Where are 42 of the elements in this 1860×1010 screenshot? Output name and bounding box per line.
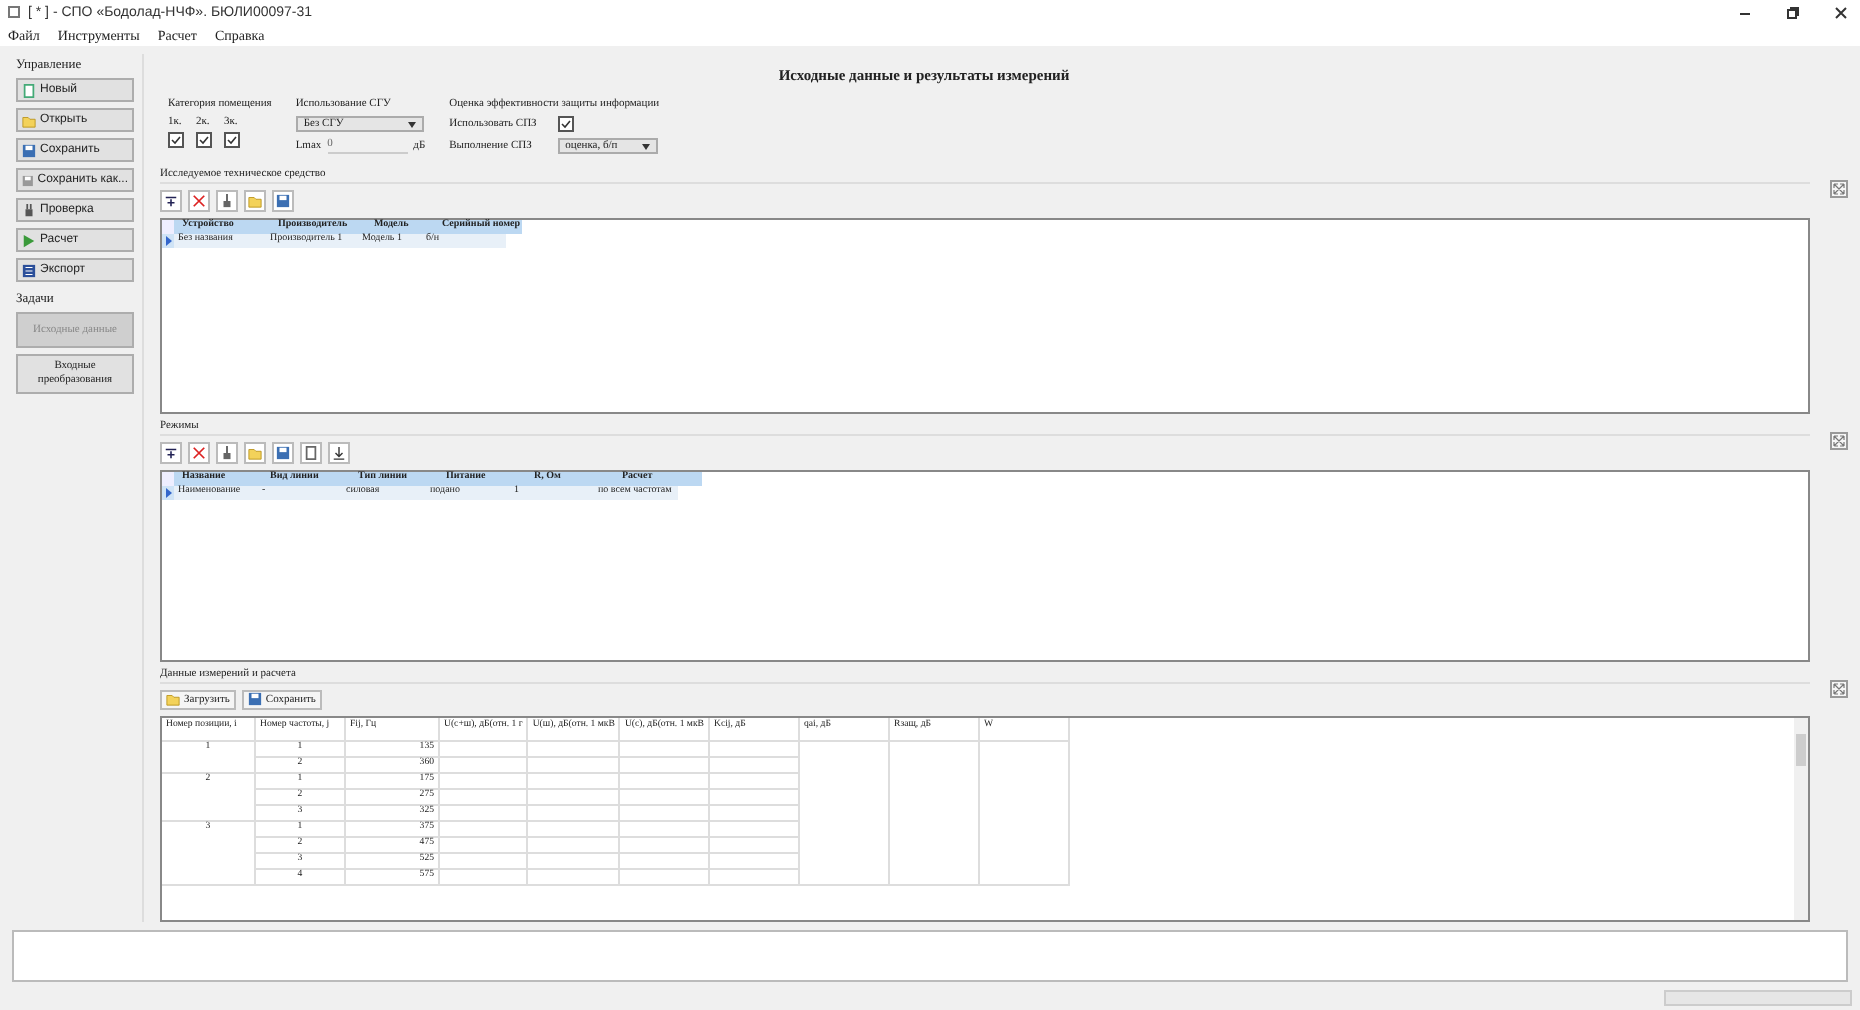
- checkbox[interactable]: [224, 132, 240, 148]
- page-icon: [304, 445, 318, 460]
- add-row-icon: [164, 445, 178, 460]
- row-indicator[interactable]: [162, 234, 174, 248]
- broom-button[interactable]: [216, 190, 238, 212]
- folder-icon: [22, 113, 36, 127]
- folder-icon: [166, 692, 180, 707]
- checkbox[interactable]: [557, 116, 574, 132]
- delete-button[interactable]: [188, 190, 210, 212]
- checkbox[interactable]: [168, 132, 184, 148]
- app-icon: [8, 6, 20, 18]
- broom-icon: [220, 445, 234, 460]
- caret-icon: [641, 143, 650, 149]
- close-icon: [192, 194, 206, 208]
- page-button[interactable]: [300, 441, 322, 464]
- play-icon: [22, 233, 36, 247]
- save-button[interactable]: [272, 190, 294, 212]
- checkbox[interactable]: [196, 132, 212, 148]
- add-row-icon: [164, 194, 178, 208]
- document-icon: [22, 83, 36, 97]
- add-row-button[interactable]: [160, 441, 182, 464]
- close-icon[interactable]: [1833, 5, 1847, 19]
- add-row-button[interactable]: [160, 190, 182, 212]
- folder-icon: [248, 445, 262, 460]
- caret-icon: [407, 121, 416, 127]
- plug-icon: [22, 203, 36, 217]
- import-button[interactable]: [328, 441, 350, 464]
- broom-button[interactable]: [216, 441, 238, 464]
- spreadsheet-icon: [22, 263, 36, 277]
- expand-icon[interactable]: [1830, 679, 1848, 698]
- delete-button[interactable]: [188, 441, 210, 464]
- scrollbar[interactable]: [1794, 717, 1808, 920]
- broom-icon: [220, 194, 234, 208]
- grid-corner: [162, 220, 174, 234]
- expand-icon[interactable]: [1830, 180, 1848, 198]
- download-icon: [332, 445, 346, 460]
- folder-icon: [248, 194, 262, 208]
- close-icon: [192, 445, 206, 460]
- grid-corner: [162, 471, 174, 486]
- restore-icon[interactable]: [1785, 5, 1799, 19]
- expand-icon[interactable]: [1830, 431, 1848, 450]
- save-button[interactable]: [272, 441, 294, 464]
